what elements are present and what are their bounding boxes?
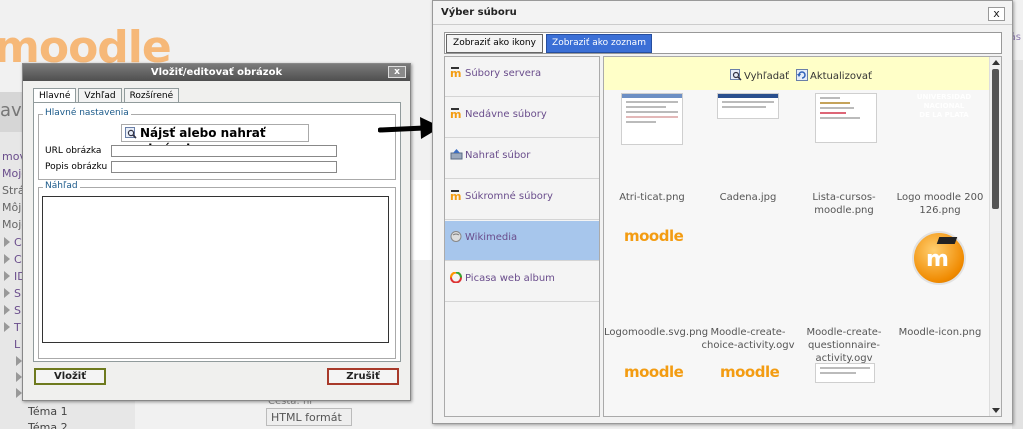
repo-private-files[interactable]: m Súkromné súbory [445, 180, 599, 220]
moodle-repo-icon: m [450, 190, 461, 201]
scroll-down-icon[interactable] [992, 408, 1000, 413]
cancel-button[interactable]: Zrušiť [327, 368, 399, 385]
format-select[interactable]: HTML formát [266, 408, 352, 426]
picker-titlebar[interactable]: Výber súboru x [433, 1, 1012, 25]
tab-appearance[interactable]: Vzhľad [78, 88, 122, 103]
file-name[interactable]: Moodle-create-questionnaire-activity.ogv [796, 326, 892, 365]
expand-triangle-icon[interactable] [4, 237, 10, 247]
insert-button[interactable]: Vložiť [34, 368, 106, 385]
repo-recent-files[interactable]: m Nedávne súbory [445, 98, 599, 138]
moodle-icon-thumbnail[interactable]: m [912, 231, 966, 285]
tree-item[interactable]: T [14, 321, 21, 334]
file-name[interactable]: Lista-cursos-moodle.png [796, 191, 892, 217]
expand-triangle-icon[interactable] [4, 288, 10, 298]
moodle-logo-thumbnail[interactable]: moodle [624, 227, 684, 245]
refresh-label: Aktualizovať [810, 71, 872, 82]
moodle-logo-thumbnail[interactable]: moodle [720, 363, 780, 381]
url-label: URL obrázka [45, 146, 102, 156]
search-label: Vyhľadať [744, 71, 790, 82]
repo-server-files[interactable]: m Súbory servera [445, 57, 599, 97]
topic-link[interactable]: Téma 1 [28, 405, 68, 418]
scroll-up-icon[interactable] [992, 60, 1000, 65]
topic-link[interactable]: Téma 2 [28, 421, 68, 429]
upload-icon [450, 149, 463, 160]
moodle-repo-icon: m [450, 108, 461, 119]
description-label: Popis obrázku [45, 162, 108, 172]
uni-logo-line: NACIONAL [923, 102, 965, 110]
uni-logo-line: UNIVERSIDAD [916, 93, 972, 101]
repo-label: Wikimedia [465, 232, 518, 243]
search-icon [125, 127, 137, 139]
moodle-m-icon: m [926, 247, 949, 272]
image-preview [42, 196, 389, 343]
file-name[interactable]: Atri-ticat.png [604, 191, 700, 204]
uni-logo-line: DE LA PLATA [919, 111, 969, 119]
search-icon [730, 69, 742, 81]
nav-link[interactable]: Môj [2, 201, 21, 214]
view-toggle-bar: Zobraziť ako ikony Zobraziť ako zoznam [444, 32, 1002, 54]
preview-fieldset: Náhľad [38, 181, 396, 359]
file-thumbnail[interactable] [815, 93, 877, 143]
file-name[interactable]: Logomoodle.svg.png [604, 326, 708, 339]
graduation-cap-icon [936, 237, 958, 244]
file-thumbnail[interactable] [717, 93, 779, 119]
scroll-thumb[interactable] [992, 69, 999, 209]
repo-upload-file[interactable]: Nahrať súbor [445, 139, 599, 179]
repository-list: m Súbory servera m Nedávne súbory Nahrať s… [444, 56, 600, 417]
repo-wikimedia[interactable]: Wikimedia [445, 221, 599, 261]
refresh-link[interactable]: Aktualizovať [796, 69, 872, 82]
url-field[interactable] [111, 145, 337, 157]
tab-advanced[interactable]: Rozšírené [123, 88, 180, 103]
description-field[interactable] [111, 161, 337, 173]
general-settings-fieldset: Hlavné nastavenia Nájsť alebo nahrať obr… [38, 108, 396, 180]
repo-label: Nahrať súbor [465, 150, 531, 161]
tree-item[interactable]: S [14, 287, 21, 300]
tree-item[interactable]: C [14, 253, 22, 266]
picker-title: Výber súboru [441, 7, 517, 18]
file-name[interactable]: Cadena.jpg [700, 191, 796, 204]
file-thumbnail[interactable] [621, 93, 683, 145]
dialog-title: Vložiť/editovať obrázok [150, 67, 283, 78]
wikimedia-icon [450, 231, 462, 242]
view-as-list-button[interactable]: Zobraziť ako zoznam [546, 34, 652, 53]
close-icon[interactable]: x [988, 7, 1005, 21]
repo-label: Nedávne súbory [465, 109, 547, 120]
refresh-icon [796, 69, 808, 81]
file-name[interactable]: Logo moodle 200 126.png [892, 191, 988, 217]
repo-picasa[interactable]: Picasa web album [445, 262, 599, 302]
search-toolbar: Vyhľadať Aktualizovať [604, 57, 990, 90]
repo-label: Súkromné súbory [465, 191, 553, 202]
picasa-icon [450, 272, 462, 283]
tree-item[interactable]: C [14, 236, 22, 249]
find-or-upload-button[interactable]: Nájsť alebo nahrať obrázok ... [121, 124, 309, 156]
tab-panel: Hlavné nastavenia Nájsť alebo nahrať obr… [33, 102, 401, 362]
university-logo-thumbnail[interactable]: UNIVERSIDAD NACIONAL DE LA PLATA [908, 93, 980, 135]
repo-label: Picasa web album [465, 273, 555, 284]
search-link[interactable]: Vyhľadať [730, 69, 789, 82]
file-name[interactable]: Moodle-icon.png [892, 326, 988, 339]
expand-triangle-icon[interactable] [4, 322, 10, 332]
insert-image-dialog: Vložiť/editovať obrázok x Hlavné Vzhľad … [22, 63, 411, 401]
file-picker-dialog: Výber súboru x Zobraziť ako ikony Zobraz… [432, 0, 1013, 424]
moodle-repo-icon: m [450, 67, 461, 78]
general-settings-legend: Hlavné nastavenia [43, 108, 131, 118]
expand-triangle-icon[interactable] [4, 254, 10, 264]
file-thumbnail[interactable] [815, 363, 875, 383]
preview-legend: Náhľad [43, 181, 80, 191]
expand-triangle-icon[interactable] [4, 271, 10, 281]
moodle-logo-thumbnail[interactable]: moodle [624, 363, 684, 381]
expand-triangle-icon[interactable] [4, 305, 10, 315]
close-icon[interactable]: x [388, 66, 406, 78]
vertical-scrollbar[interactable] [989, 57, 1001, 416]
file-name[interactable]: Moodle-create-choice-activity.ogv [700, 326, 796, 352]
dialog-tabs: Hlavné Vzhľad Rozšírené [33, 88, 181, 104]
tree-item[interactable]: L [14, 338, 20, 351]
file-browser-area: Vyhľadať Aktualizovať UNIVERSIDAD NACION… [603, 56, 1002, 417]
tree-item[interactable]: S [14, 304, 21, 317]
page-right-strip [1012, 60, 1023, 429]
repo-label: Súbory servera [465, 68, 542, 79]
dialog-titlebar[interactable]: Vložiť/editovať obrázok x [23, 64, 410, 81]
view-as-icons-button[interactable]: Zobraziť ako ikony [446, 34, 543, 53]
